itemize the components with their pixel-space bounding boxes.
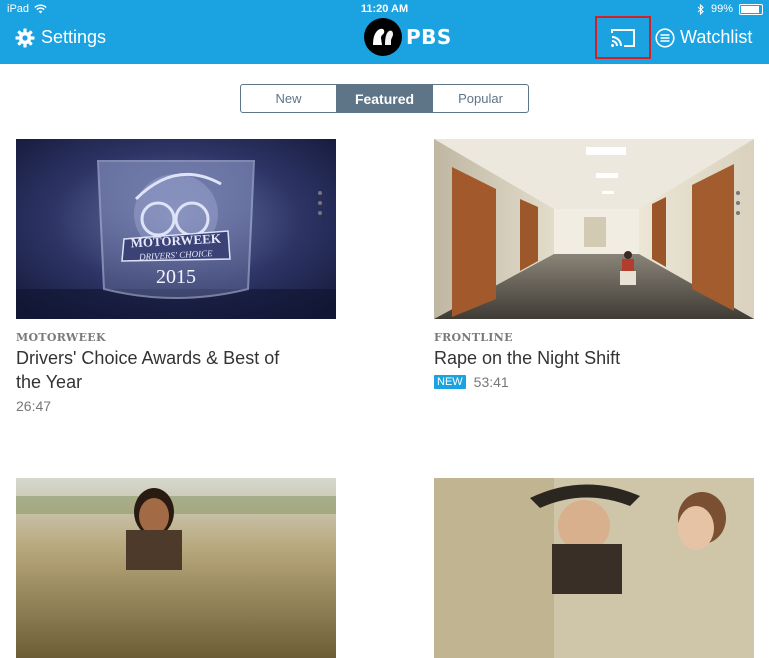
status-right: 99% (697, 3, 763, 15)
more-options-button[interactable] (315, 191, 325, 215)
app-header: iPad 11:20 AM 99% Settings PBS Watchlist (0, 0, 769, 64)
tab-featured[interactable]: Featured (337, 85, 433, 112)
period-drama-image (434, 478, 754, 658)
more-dot-icon (736, 211, 740, 215)
brand-name: PBS (406, 25, 452, 49)
video-meta: 26:47 (16, 398, 336, 414)
status-bar: iPad 11:20 AM 99% (0, 0, 769, 20)
video-card[interactable] (434, 478, 754, 658)
more-dot-icon (736, 191, 740, 195)
more-dot-icon (318, 211, 322, 215)
gear-icon (15, 28, 35, 47)
more-dot-icon (318, 201, 322, 205)
video-card[interactable]: MOTORWEEK DRIVERS' CHOICE 2015 MOTORWEEK… (16, 139, 336, 414)
new-badge: NEW (434, 375, 466, 389)
settings-label: Settings (41, 27, 107, 47)
video-duration: 26:47 (16, 398, 52, 414)
status-time: 11:20 AM (360, 3, 409, 15)
hallway-image (434, 139, 754, 319)
watchlist-label: Watchlist (680, 27, 753, 47)
video-thumbnail[interactable] (16, 478, 336, 658)
cast-button[interactable] (595, 16, 651, 59)
award-year-text: 2015 (156, 266, 196, 288)
show-name: MOTORWEEK (16, 331, 106, 344)
video-thumbnail[interactable]: MOTORWEEK DRIVERS' CHOICE 2015 (16, 139, 336, 319)
battery-icon (739, 3, 763, 15)
more-dot-icon (318, 191, 322, 195)
battery-percent: 99% (710, 3, 733, 15)
pbs-heads-icon (364, 18, 402, 56)
video-card[interactable] (16, 478, 336, 658)
video-title[interactable]: Drivers' Choice Awards & Best of the Yea… (16, 346, 286, 394)
tab-new[interactable]: New (241, 85, 337, 112)
show-name: FRONTLINE (434, 331, 513, 344)
video-duration: 53:41 (473, 374, 509, 390)
tab-popular[interactable]: Popular (433, 85, 528, 112)
cast-icon (611, 28, 635, 47)
video-title[interactable]: Rape on the Night Shift (434, 346, 704, 370)
more-options-button[interactable] (733, 191, 743, 215)
more-dot-icon (736, 201, 740, 205)
watchlist-button[interactable]: Watchlist (655, 27, 752, 48)
feed-segmented-control: New Featured Popular (240, 84, 529, 113)
motorweek-award-image: MOTORWEEK DRIVERS' CHOICE 2015 (16, 139, 336, 319)
video-thumbnail[interactable] (434, 478, 754, 658)
pbs-logo: PBS (364, 18, 452, 56)
watchlist-icon (655, 27, 675, 48)
bluetooth-icon (697, 3, 704, 15)
settings-button[interactable]: Settings (15, 27, 106, 48)
battery-fill (741, 5, 759, 13)
video-card[interactable]: FRONTLINE Rape on the Night Shift NEW 53… (434, 139, 754, 390)
video-meta: NEW 53:41 (434, 374, 754, 390)
video-thumbnail[interactable] (434, 139, 754, 319)
outdoor-portrait-image (16, 478, 336, 658)
